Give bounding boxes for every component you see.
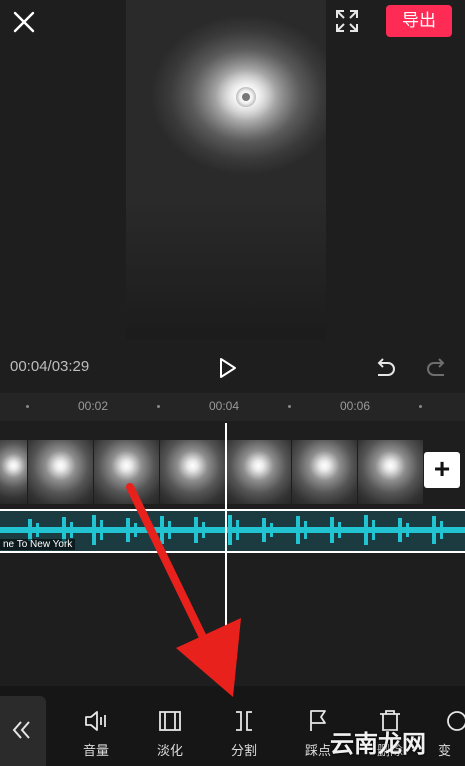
video-thumbnail: [94, 440, 160, 504]
video-thumbnail: [358, 440, 424, 504]
flag-icon: [310, 710, 326, 731]
ruler-tick: [26, 405, 29, 408]
tool-split[interactable]: 分割: [214, 686, 274, 766]
tool-label: 变: [438, 743, 452, 758]
tool-fade[interactable]: 淡化: [140, 686, 200, 766]
export-button[interactable]: 导出: [386, 5, 452, 37]
video-thumbnail: [292, 440, 358, 504]
video-thumbnail: [0, 440, 28, 504]
ruler-label: 00:06: [340, 399, 371, 413]
split-icon: [236, 711, 252, 731]
undo-icon: [377, 358, 395, 376]
redo-button[interactable]: [424, 355, 450, 381]
play-button[interactable]: [214, 355, 240, 381]
add-clip-button[interactable]: +: [424, 452, 460, 488]
tool-volume[interactable]: 音量: [66, 686, 126, 766]
tool-label: 音量: [82, 743, 109, 758]
fullscreen-icon: [336, 10, 358, 32]
video-thumbnail: [28, 440, 94, 504]
play-icon: [220, 358, 236, 378]
volume-icon: [85, 711, 106, 731]
preview-light-source: [236, 87, 256, 107]
fullscreen-button[interactable]: [334, 8, 360, 34]
watermark: 云南龙网: [330, 731, 426, 758]
tool-label: 分割: [230, 743, 257, 758]
speed-icon: [447, 711, 465, 731]
double-chevron-left-icon: [12, 721, 30, 739]
close-icon: [13, 11, 35, 33]
video-thumbnail: [226, 440, 292, 504]
tool-label: 淡化: [156, 743, 183, 758]
collapse-toolbar-button[interactable]: [0, 696, 46, 766]
ruler-tick: [419, 405, 422, 408]
ruler-tick: [157, 405, 160, 408]
audio-track[interactable]: ne To New York: [0, 509, 465, 553]
tool-speed[interactable]: 变: [430, 686, 465, 766]
audio-track-title: ne To New York: [0, 539, 76, 550]
ruler-label: 00:02: [78, 399, 109, 413]
fade-icon: [159, 711, 181, 731]
redo-icon: [427, 358, 445, 376]
video-track[interactable]: [0, 440, 462, 504]
video-editor-screen: 导出 00:04/03:29 00:02 00:04 00:06 + ne To…: [0, 0, 465, 766]
undo-button[interactable]: [372, 355, 398, 381]
ruler-tick: [288, 405, 291, 408]
playback-timecode: 00:04/03:29: [10, 358, 90, 375]
video-preview[interactable]: [126, 0, 326, 340]
timeline-ruler[interactable]: 00:02 00:04 00:06: [0, 393, 465, 421]
playhead[interactable]: [225, 423, 227, 686]
close-button[interactable]: [8, 6, 40, 38]
ruler-label: 00:04: [209, 399, 240, 413]
video-thumbnail: [160, 440, 226, 504]
